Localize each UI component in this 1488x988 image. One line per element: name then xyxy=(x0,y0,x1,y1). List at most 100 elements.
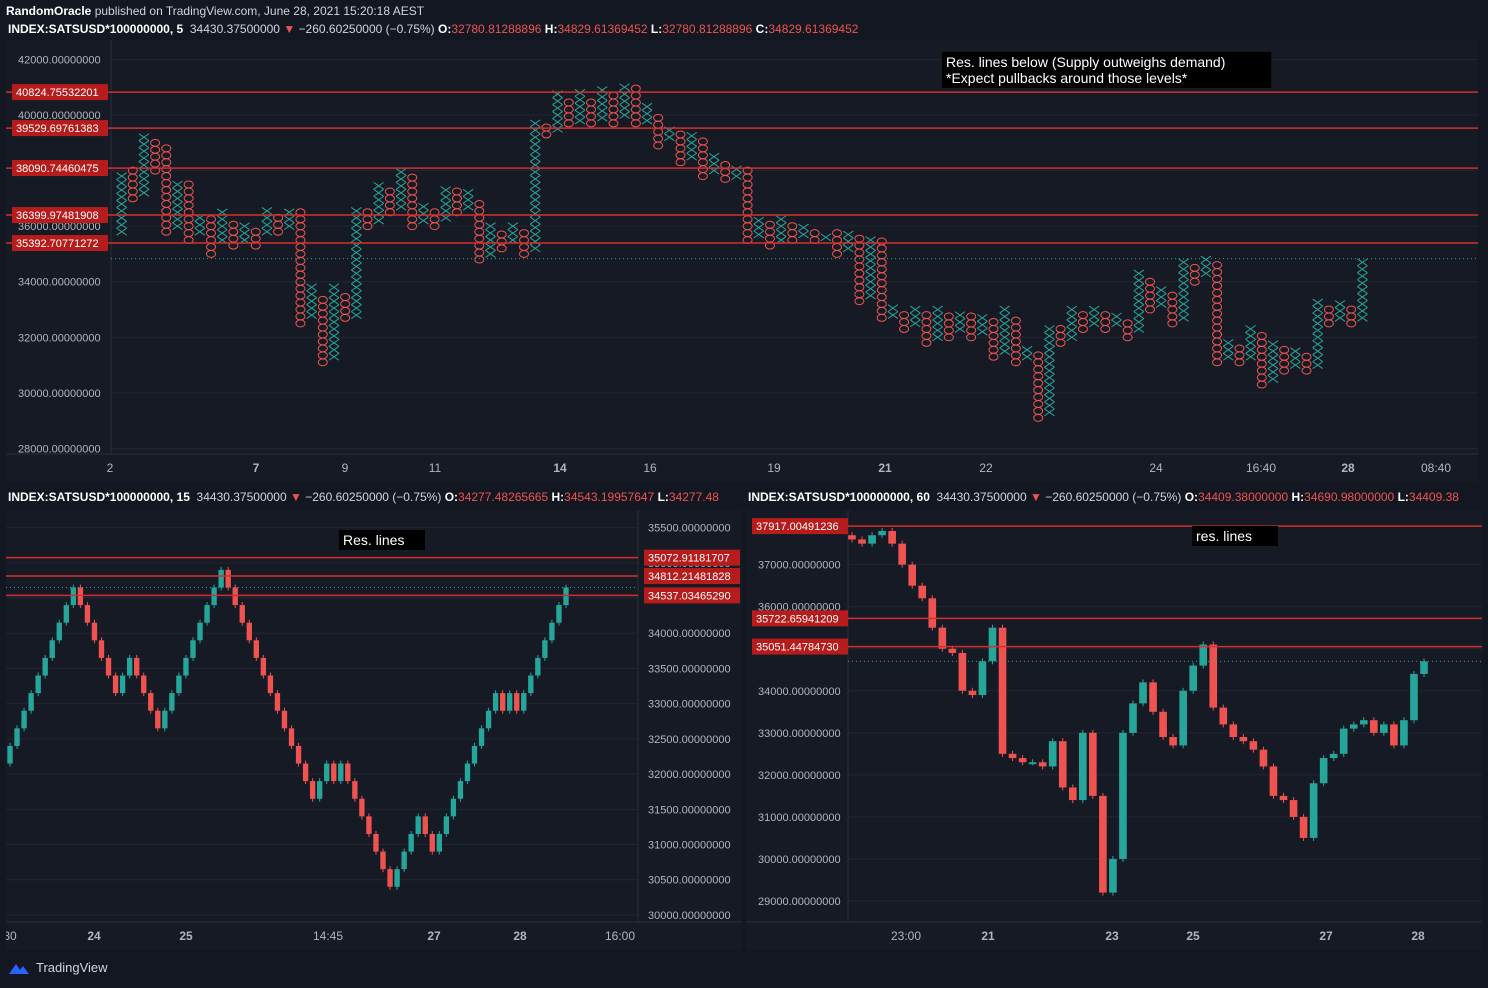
candle-down xyxy=(387,869,393,887)
candle-down xyxy=(134,657,140,676)
top-chart-panel[interactable]: 42000.0000000040000.0000000038000.000000… xyxy=(6,40,1478,482)
candle-up xyxy=(1349,724,1358,729)
pnf-o-column xyxy=(899,311,910,333)
candle-up xyxy=(1329,753,1338,759)
pnf-x-mark xyxy=(194,220,206,229)
pnf-o-mark xyxy=(183,180,194,189)
pnf-x-mark xyxy=(1044,366,1055,375)
pnf-x-column xyxy=(462,188,474,211)
pnf-o-mark xyxy=(183,215,194,224)
pnf-x-mark xyxy=(932,319,943,328)
candle-down xyxy=(253,640,260,658)
tradingview-footer[interactable]: TradingView xyxy=(8,960,108,975)
author-name[interactable]: RandomOracle xyxy=(6,4,91,18)
note-box-line: Res. lines below (Supply outweighs deman… xyxy=(946,54,1225,70)
pnf-o-mark xyxy=(150,159,161,168)
pnf-x-mark xyxy=(261,206,273,215)
pnf-o-mark xyxy=(630,105,641,114)
pnf-o-mark xyxy=(183,229,194,238)
pnf-o-mark xyxy=(1256,366,1267,375)
pnf-o-mark xyxy=(295,270,306,279)
right-chart-panel[interactable]: 37000.0000000036000.0000000035000.000000… xyxy=(746,510,1482,950)
pnf-o-mark xyxy=(474,199,485,208)
pnf-x-column xyxy=(1088,305,1100,328)
pnf-o-mark xyxy=(161,158,172,167)
pnf-x-mark xyxy=(216,229,228,237)
pnf-o-mark xyxy=(1256,338,1267,347)
pnf-x-mark xyxy=(116,172,127,181)
pnf-o-mark xyxy=(407,180,418,189)
pnf-o-mark xyxy=(899,318,910,326)
pnf-o-column xyxy=(205,215,217,258)
pnf-o-mark xyxy=(183,194,194,203)
pnf-x-mark xyxy=(485,250,496,258)
pnf-x-mark xyxy=(172,201,183,210)
pnf-o-mark xyxy=(586,112,597,121)
pnf-x-mark xyxy=(1357,265,1368,274)
pnf-x-mark xyxy=(116,227,127,236)
candle-down xyxy=(948,648,957,653)
pnf-x-mark xyxy=(1044,338,1055,347)
pnf-x-mark xyxy=(328,311,340,319)
candle-down xyxy=(429,833,435,852)
candle-up xyxy=(14,728,20,746)
pnf-o-mark xyxy=(764,234,775,243)
left-chart-panel[interactable]: 35500.0000000035000.0000000034500.000000… xyxy=(3,510,742,950)
pnf-o-mark xyxy=(876,299,887,308)
candle-chart-60m[interactable]: 37000.0000000036000.0000000035000.000000… xyxy=(746,510,1482,950)
pnf-x-mark xyxy=(1357,279,1368,288)
pnf-x-mark xyxy=(619,97,630,106)
candle-down xyxy=(295,745,302,764)
pnf-o-mark xyxy=(653,141,664,150)
pnf-x-mark xyxy=(1312,361,1324,369)
y-tick-label: 32500.00000000 xyxy=(648,734,731,746)
pnf-x-column xyxy=(977,313,988,336)
pnf-x-column xyxy=(641,102,653,125)
x-tick-label: 27 xyxy=(1319,929,1333,943)
pnf-o-mark xyxy=(1323,319,1334,328)
pnf-x-mark xyxy=(1178,258,1189,267)
pnf-x-mark xyxy=(529,216,541,225)
pnf-o-mark xyxy=(451,194,462,203)
pnf-o-mark xyxy=(1033,406,1044,415)
pnf-x-mark xyxy=(731,172,742,181)
pnf-x-mark xyxy=(373,209,385,218)
pnf-x-mark xyxy=(351,206,362,215)
pnf-o-mark xyxy=(1323,312,1334,321)
pnf-o-mark xyxy=(630,91,641,100)
pnf-chart[interactable]: 42000.0000000040000.0000000038000.000000… xyxy=(6,40,1478,482)
candle-up xyxy=(1048,741,1057,767)
candle-up xyxy=(204,605,210,623)
pnf-o-mark xyxy=(407,201,418,210)
pnf-x-mark xyxy=(485,229,496,237)
pnf-o-mark xyxy=(205,243,217,251)
pnf-x-column xyxy=(664,126,675,142)
pnf-o-mark xyxy=(474,234,485,243)
pnf-o-mark xyxy=(1033,372,1044,381)
pnf-x-mark xyxy=(954,311,966,319)
symbol-name[interactable]: INDEX:SATSUSD*100000000, 15 xyxy=(8,490,190,504)
pnf-x-mark xyxy=(552,125,563,133)
pnf-x-mark xyxy=(552,118,563,126)
pnf-x-mark xyxy=(1245,352,1256,361)
symbol-name[interactable]: INDEX:SATSUSD*100000000, 60 xyxy=(748,490,930,504)
pnf-o-mark xyxy=(451,201,462,210)
pnf-x-mark xyxy=(1155,293,1167,301)
symbol-name[interactable]: INDEX:SATSUSD*100000000, 5 xyxy=(8,22,183,36)
candle-down xyxy=(499,693,506,711)
pnf-x-column xyxy=(1334,300,1346,322)
pnf-x-mark xyxy=(1312,340,1324,349)
pnf-o-mark xyxy=(675,158,686,167)
pnf-x-mark xyxy=(954,318,966,326)
candle-chart-15m[interactable]: 35500.0000000035000.0000000034500.000000… xyxy=(3,510,742,950)
pnf-x-mark xyxy=(641,109,653,118)
pnf-o-column xyxy=(720,161,731,183)
pnf-x-column xyxy=(1267,340,1279,383)
pnf-x-column xyxy=(261,206,273,236)
candle-down xyxy=(352,781,358,799)
pnf-x-mark xyxy=(619,104,630,112)
pnf-x-mark xyxy=(932,312,943,321)
pnf-o-column xyxy=(921,311,932,347)
pnf-x-mark xyxy=(351,269,362,278)
pnf-x-mark xyxy=(529,154,541,162)
